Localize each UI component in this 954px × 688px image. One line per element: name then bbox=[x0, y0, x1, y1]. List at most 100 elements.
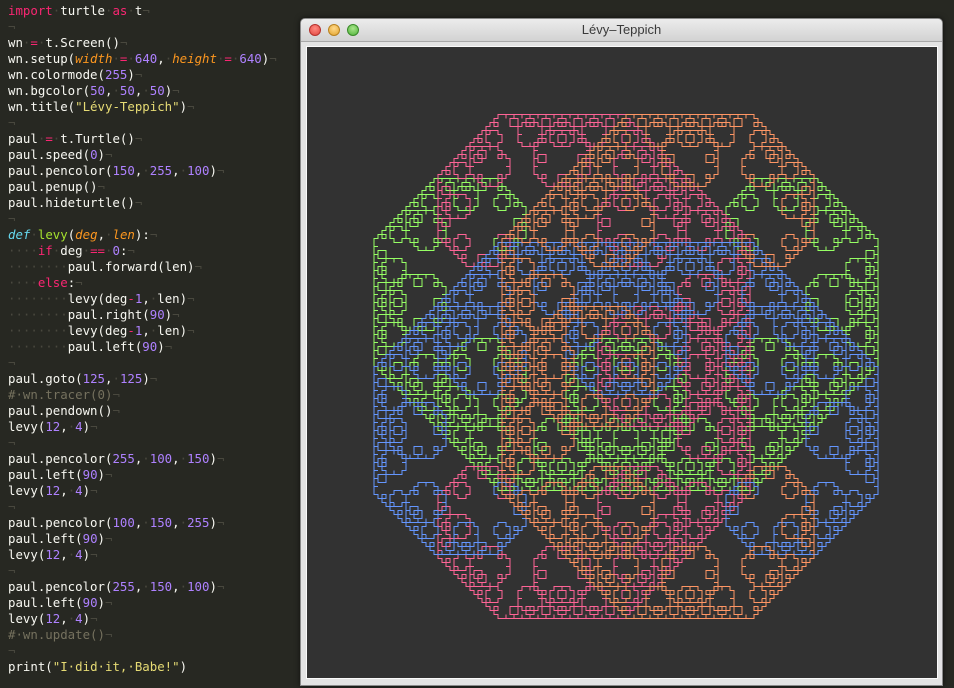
code-token: = bbox=[45, 131, 53, 146]
code-token: 255 bbox=[187, 515, 210, 530]
code-token: deg bbox=[60, 243, 83, 258]
code-line[interactable]: paul.left(90)¬ bbox=[8, 467, 112, 483]
code-line[interactable]: wn.bgcolor(50,·50,·50)¬ bbox=[8, 83, 180, 99]
code-token: paul.speed( bbox=[8, 147, 91, 162]
code-token: 90 bbox=[142, 339, 158, 354]
code-token: ···· bbox=[8, 275, 38, 290]
code-token: · bbox=[30, 227, 38, 242]
code-line[interactable]: ········paul.forward(len)¬ bbox=[8, 259, 202, 275]
code-token: height bbox=[172, 51, 217, 66]
code-line[interactable]: ¬ bbox=[8, 643, 15, 659]
code-token: #·wn.tracer(0) bbox=[8, 387, 113, 402]
code-token: ) bbox=[209, 163, 217, 178]
code-token: if bbox=[37, 243, 53, 258]
code-token: ¬ bbox=[90, 483, 98, 498]
code-token: ¬ bbox=[97, 179, 105, 194]
code-line[interactable]: paul.goto(125,·125)¬ bbox=[8, 371, 157, 387]
code-token: ) bbox=[157, 339, 165, 354]
code-token: ) bbox=[82, 547, 91, 562]
code-token: 0 bbox=[90, 147, 98, 162]
code-line[interactable]: print("I·did·it,·Babe!") bbox=[8, 659, 187, 675]
code-line[interactable]: ········paul.right(90)¬ bbox=[8, 307, 180, 323]
code-token: , bbox=[97, 227, 106, 242]
code-token: 4 bbox=[75, 483, 83, 498]
code-token: print( bbox=[8, 659, 53, 674]
code-token: ········ bbox=[8, 323, 68, 338]
code-line[interactable]: ········levy(deg-1,·len)¬ bbox=[8, 291, 195, 307]
code-line[interactable]: wn.colormode(255)¬ bbox=[8, 67, 142, 83]
code-line[interactable]: paul.pencolor(255,·150,·100)¬ bbox=[8, 579, 224, 595]
code-token: , bbox=[60, 547, 68, 562]
code-token: == bbox=[90, 243, 106, 258]
code-line[interactable]: ¬ bbox=[8, 499, 15, 515]
code-line[interactable]: paul·=·t.Turtle()¬ bbox=[8, 131, 142, 147]
code-line[interactable]: paul.left(90)¬ bbox=[8, 595, 112, 611]
code-line[interactable]: ¬ bbox=[8, 563, 15, 579]
code-line[interactable]: paul.pencolor(100,·150,·255)¬ bbox=[8, 515, 224, 531]
code-token: 4 bbox=[75, 547, 83, 562]
code-line[interactable]: paul.pencolor(255,·100,·150)¬ bbox=[8, 451, 224, 467]
code-line[interactable]: levy(12,·4)¬ bbox=[8, 611, 98, 627]
code-line[interactable]: def·levy(deg,·len):¬ bbox=[8, 227, 157, 243]
code-token: ) bbox=[209, 579, 217, 594]
code-token: ········ bbox=[8, 291, 68, 306]
code-token: ¬ bbox=[105, 467, 113, 482]
code-line[interactable]: levy(12,·4)¬ bbox=[8, 547, 98, 563]
code-token: ¬ bbox=[112, 387, 120, 402]
code-token: paul bbox=[8, 131, 38, 146]
code-line[interactable]: ¬ bbox=[8, 115, 15, 131]
window-titlebar[interactable]: Lévy–Teppich bbox=[301, 19, 942, 42]
code-line[interactable]: #·wn.tracer(0)¬ bbox=[8, 387, 120, 403]
code-token: 12 bbox=[45, 547, 61, 562]
code-line[interactable]: paul.pendown()¬ bbox=[8, 403, 120, 419]
code-line[interactable]: ····if·deg·==·0:¬ bbox=[8, 243, 135, 259]
code-token: ¬ bbox=[8, 19, 16, 34]
code-token: · bbox=[179, 515, 188, 530]
code-token: ¬ bbox=[187, 323, 195, 338]
code-token: ¬ bbox=[134, 67, 143, 82]
code-token: paul.right( bbox=[67, 307, 150, 322]
code-line[interactable]: #·wn.update()¬ bbox=[8, 627, 112, 643]
code-token: ) bbox=[209, 515, 217, 530]
code-line[interactable]: levy(12,·4)¬ bbox=[8, 483, 98, 499]
code-line[interactable]: wn.title("Lévy-Teppich")¬ bbox=[8, 99, 195, 115]
code-line[interactable]: ····else:¬ bbox=[8, 275, 83, 291]
code-token: paul.left( bbox=[8, 467, 83, 482]
code-line[interactable]: paul.left(90)¬ bbox=[8, 531, 112, 547]
code-token: · bbox=[82, 243, 91, 258]
code-line[interactable]: ¬ bbox=[8, 19, 15, 35]
code-line[interactable]: ········levy(deg-1,·len)¬ bbox=[8, 323, 195, 339]
code-token: "Lévy-Teppich" bbox=[75, 99, 180, 114]
code-line[interactable]: paul.speed(0)¬ bbox=[8, 147, 112, 163]
code-line[interactable]: ¬ bbox=[8, 435, 15, 451]
code-line[interactable]: ¬ bbox=[8, 355, 15, 371]
code-token: 150 bbox=[149, 515, 173, 530]
code-token: turtle bbox=[60, 3, 105, 18]
code-token: wn bbox=[8, 35, 23, 50]
code-token: 255 bbox=[112, 579, 135, 594]
code-line[interactable]: import·turtle·as·t¬ bbox=[8, 3, 150, 19]
code-token: 50 bbox=[90, 83, 105, 98]
code-token: ¬ bbox=[187, 291, 195, 306]
code-line[interactable]: ········paul.left(90)¬ bbox=[8, 339, 172, 355]
code-token: ¬ bbox=[127, 243, 135, 258]
code-token: ¬ bbox=[8, 211, 16, 226]
code-line[interactable]: levy(12,·4)¬ bbox=[8, 419, 98, 435]
code-token: wn.bgcolor( bbox=[8, 83, 91, 98]
code-token: levy(deg bbox=[67, 323, 128, 338]
turtle-window[interactable]: Lévy–Teppich bbox=[300, 18, 943, 686]
code-token: paul.pendown() bbox=[8, 403, 113, 418]
code-token: width bbox=[75, 51, 113, 66]
code-editor[interactable]: import·turtle·as·t¬ ¬ wn·=·t.Screen()¬ wn.s… bbox=[0, 0, 300, 688]
code-line[interactable]: ¬ bbox=[8, 211, 15, 227]
code-line[interactable]: paul.penup()¬ bbox=[8, 179, 105, 195]
code-token: , bbox=[142, 323, 150, 338]
code-line[interactable]: paul.pencolor(150,·255,·100)¬ bbox=[8, 163, 224, 179]
code-line[interactable]: wn·=·t.Screen()¬ bbox=[8, 35, 127, 51]
code-line[interactable]: paul.hideturtle()¬ bbox=[8, 195, 142, 211]
code-line[interactable]: wn.setup(width·=·640,·height·=·640)¬ bbox=[8, 51, 277, 67]
code-token: 150 bbox=[112, 163, 135, 178]
code-token: = bbox=[224, 51, 232, 66]
code-token: paul.penup() bbox=[8, 179, 98, 194]
code-token: · bbox=[112, 371, 120, 386]
